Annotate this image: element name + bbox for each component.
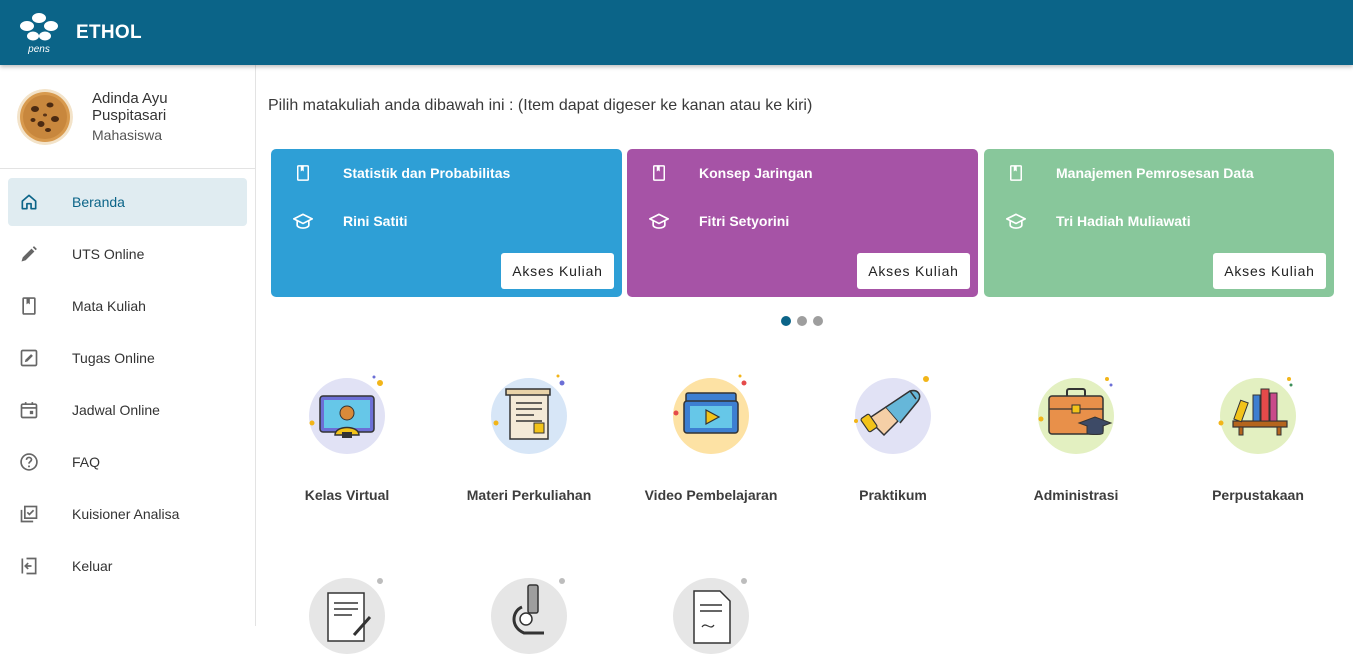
administration-icon: [1031, 371, 1121, 461]
instruction-text: Pilih matakuliah anda dibawah ini : (Ite…: [268, 97, 813, 114]
course-card: Manajemen Pemrosesan Data Tri Hadiah Mul…: [984, 149, 1334, 297]
course-name: Manajemen Pemrosesan Data: [1056, 165, 1254, 181]
carousel-dot[interactable]: [797, 316, 807, 326]
user-role: Mahasiswa: [92, 127, 163, 143]
sidebar-item-uts-online[interactable]: UTS Online: [8, 230, 247, 278]
menu-video-pembelajaran[interactable]: Video Pembelajaran: [631, 371, 791, 506]
sidebar-item-tugas-online[interactable]: Tugas Online: [8, 334, 247, 382]
logo-text: pens: [27, 44, 50, 55]
edit-square-icon: [18, 347, 40, 369]
menu-label: Praktikum: [859, 487, 927, 503]
book-icon: [18, 295, 40, 317]
menu-item-partial[interactable]: [449, 571, 609, 661]
menu-praktikum[interactable]: Praktikum: [813, 371, 973, 506]
sidebar-item-label: UTS Online: [72, 246, 145, 262]
menu-perpustakaan[interactable]: Perpustakaan: [1178, 371, 1338, 506]
app-bar: pens ETHOL: [0, 0, 1353, 65]
menu-materi-perkuliahan[interactable]: Materi Perkuliahan: [449, 371, 609, 506]
practicum-icon: [848, 371, 938, 461]
lecturer-name: Rini Satiti: [343, 213, 408, 229]
lecturer-name: Fitri Setyorini: [699, 213, 790, 229]
graduation-cap-icon: [649, 211, 669, 231]
sidebar-item-mata-kuliah[interactable]: Mata Kuliah: [8, 282, 247, 330]
microscope-icon: [484, 571, 574, 661]
menu-label: Materi Perkuliahan: [466, 487, 592, 503]
book-icon: [1006, 163, 1026, 183]
home-icon: [18, 191, 40, 213]
sidebar: Adinda Ayu Puspitasari Mahasiswa Beranda…: [0, 65, 256, 626]
sidebar-item-label: Kuisioner Analisa: [72, 506, 180, 522]
sidebar-item-label: Mata Kuliah: [72, 298, 146, 314]
menu-administrasi[interactable]: Administrasi: [996, 371, 1156, 506]
book-icon: [649, 163, 669, 183]
graduation-cap-icon: [1006, 211, 1026, 231]
sidebar-item-kuisioner-analisa[interactable]: Kuisioner Analisa: [8, 490, 247, 538]
library-icon: [1213, 371, 1303, 461]
course-name: Konsep Jaringan: [699, 165, 813, 181]
course-card: Konsep Jaringan Fitri Setyorini Akses Ku…: [627, 149, 978, 297]
sidebar-item-label: FAQ: [72, 454, 101, 470]
menu-item-partial[interactable]: [267, 571, 427, 661]
course-card: Statistik dan Probabilitas Rini Satiti A…: [271, 149, 622, 297]
pencil-icon: [18, 243, 40, 265]
akses-kuliah-button[interactable]: Akses Kuliah: [857, 253, 970, 289]
carousel-dot[interactable]: [781, 316, 791, 326]
carousel-dot[interactable]: [813, 316, 823, 326]
akses-kuliah-button[interactable]: Akses Kuliah: [501, 253, 614, 289]
sidebar-item-keluar[interactable]: Keluar: [8, 542, 247, 590]
sidebar-item-beranda[interactable]: Beranda: [8, 178, 247, 226]
logout-icon: [18, 555, 40, 577]
sidebar-item-faq[interactable]: FAQ: [8, 438, 247, 486]
calendar-icon: [18, 399, 40, 421]
certificate-icon: [666, 571, 756, 661]
sidebar-item-jadwal-online[interactable]: Jadwal Online: [8, 386, 247, 434]
avatar[interactable]: [17, 88, 73, 145]
video-learning-icon: [666, 371, 756, 461]
course-material-icon: [484, 371, 574, 461]
app-title: ETHOL: [76, 21, 142, 43]
menu-label: Administrasi: [1033, 487, 1119, 503]
document-edit-icon: [302, 571, 392, 661]
sidebar-nav: Beranda UTS Online Mata Kuliah Tugas Onl…: [0, 169, 255, 590]
main-content: Pilih matakuliah anda dibawah ini : (Ite…: [256, 65, 1353, 654]
checklist-icon: [18, 503, 40, 525]
menu-label: Video Pembelajaran: [644, 487, 778, 503]
menu-item-partial[interactable]: [631, 571, 791, 661]
sidebar-item-label: Tugas Online: [72, 350, 155, 366]
course-name: Statistik dan Probabilitas: [343, 165, 511, 181]
help-circle-icon: [18, 451, 40, 473]
user-profile: Adinda Ayu Puspitasari Mahasiswa: [0, 65, 255, 169]
menu-label: Perpustakaan: [1212, 487, 1304, 503]
menu-label: Kelas Virtual: [304, 487, 390, 503]
lecturer-name: Tri Hadiah Muliawati: [1056, 213, 1191, 229]
sidebar-item-label: Jadwal Online: [72, 402, 160, 418]
carousel-pagination: [781, 316, 823, 326]
virtual-class-icon: [302, 371, 392, 461]
akses-kuliah-button[interactable]: Akses Kuliah: [1213, 253, 1326, 289]
graduation-cap-icon: [293, 211, 313, 231]
sidebar-item-label: Keluar: [72, 558, 113, 574]
sidebar-item-label: Beranda: [72, 194, 125, 210]
menu-kelas-virtual[interactable]: Kelas Virtual: [267, 371, 427, 506]
user-name: Adinda Ayu Puspitasari: [92, 90, 168, 124]
book-icon: [293, 163, 313, 183]
pens-logo-icon[interactable]: pens: [15, 9, 63, 57]
